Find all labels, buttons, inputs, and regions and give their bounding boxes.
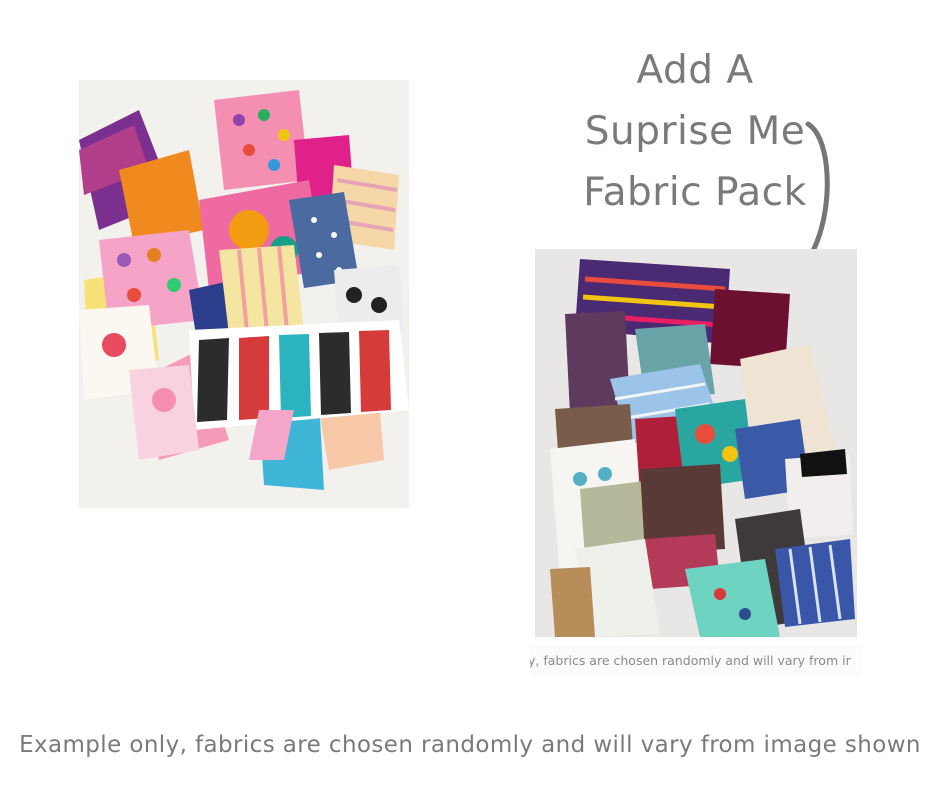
photo-caption-text: y, fabrics are chosen randomly and will … xyxy=(530,653,851,668)
surprise-fabric-pack-photo xyxy=(535,249,857,637)
footer-caption: Example only, fabrics are chosen randoml… xyxy=(19,732,921,758)
photo-caption: y, fabrics are chosen randomly and will … xyxy=(530,646,862,676)
headline-line-1: Add A xyxy=(636,48,754,93)
colorful-fabric-scraps-photo xyxy=(79,80,409,508)
